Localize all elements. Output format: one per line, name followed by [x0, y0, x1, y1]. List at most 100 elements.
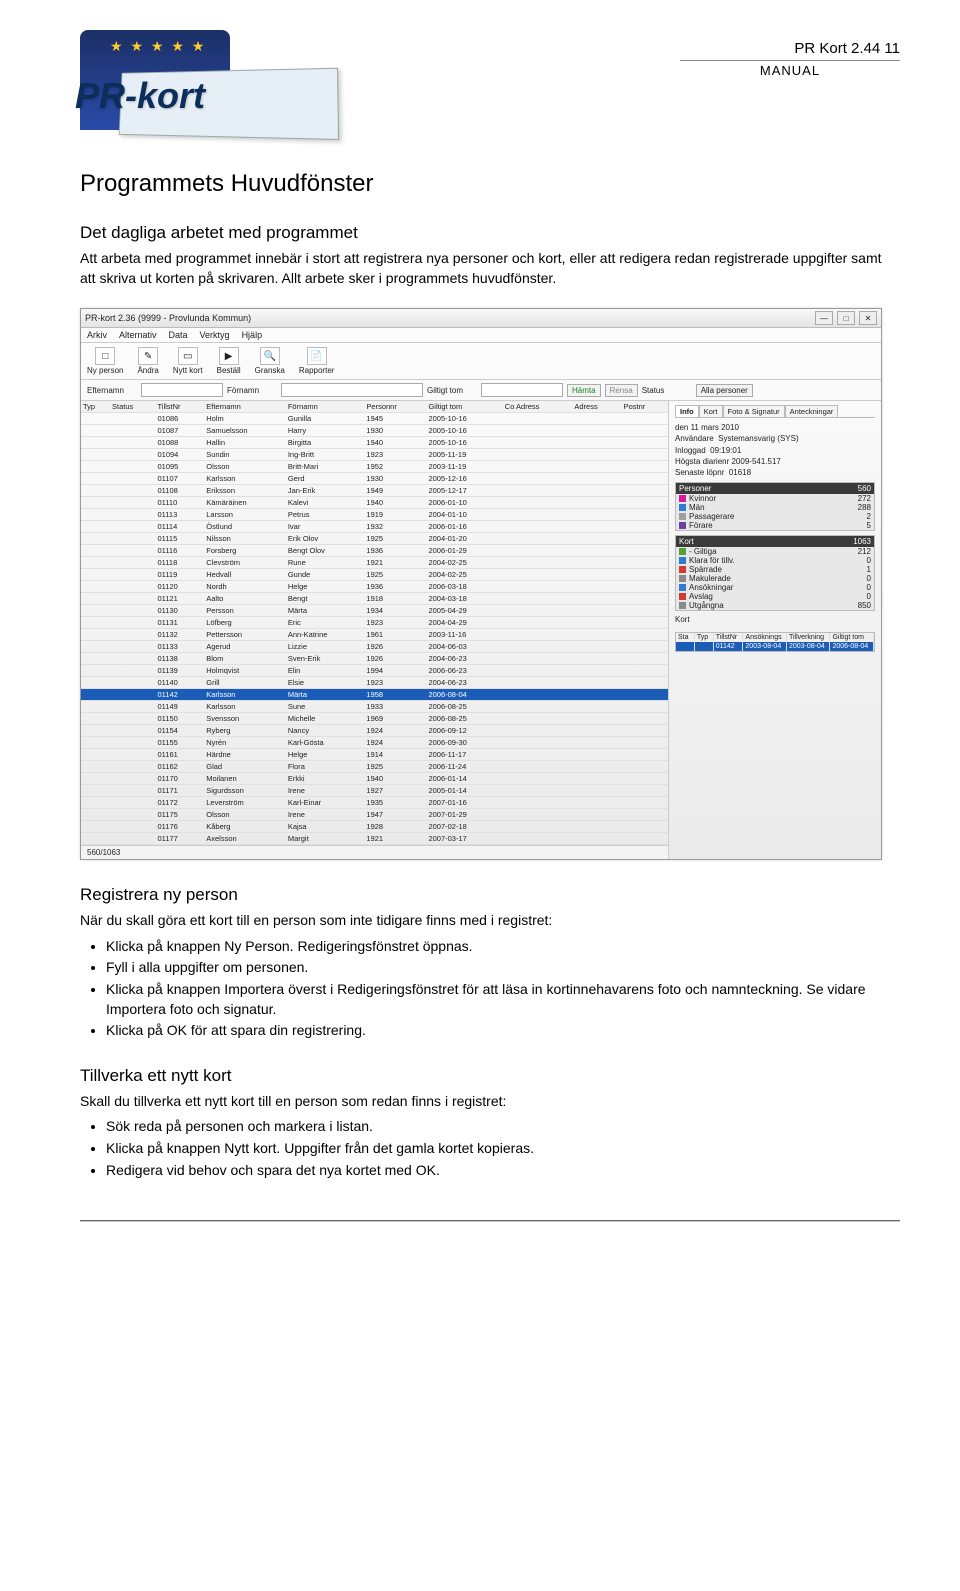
list-item: Klicka på OK för att spara din registrer… [106, 1021, 900, 1041]
persons-table[interactable]: TypStatusTillstNrEfternamnFörnamnPersonn… [81, 401, 668, 845]
table-row[interactable]: 01132PetterssonAnn-Katrine19612003-11-16 [81, 629, 668, 641]
app-logo: ★ ★ ★ ★ ★ PR-kort [80, 30, 340, 140]
menu-verktyg[interactable]: Verktyg [200, 330, 230, 340]
table-row[interactable]: 01177AxelssonMargit19212007-03-17 [81, 833, 668, 845]
table-row[interactable]: 01171SigurdssonIrene19272005-01-14 [81, 785, 668, 797]
newcard-steps-list: Sök reda på personen och markera i lista… [80, 1117, 900, 1180]
table-row[interactable]: 01108ErikssonJan-Erik19492005-12-17 [81, 485, 668, 497]
stat-row: Avslag0 [676, 592, 874, 601]
sub-heading-daily: Det dagliga arbetet med programmet [80, 223, 900, 243]
paragraph-register: När du skall göra ett kort till en perso… [80, 911, 900, 931]
column-header[interactable]: Co Adress [503, 401, 573, 413]
label-fornamn: Förnamn [227, 386, 277, 395]
kort-stats: Kort1063 - Giltiga212Klara för tillv.0Sp… [675, 535, 875, 611]
table-row[interactable]: 01161HärdneHelge19142006-11-17 [81, 749, 668, 761]
table-row[interactable]: 01118ClevströmRune19212004-02-25 [81, 557, 668, 569]
personer-stats: Personer560 Kvinnor272Män288Passagerare2… [675, 482, 875, 531]
tab-kort[interactable]: Kort [699, 405, 723, 417]
table-row[interactable]: 01130PerssonMärta19342005-04-29 [81, 605, 668, 617]
andra-button[interactable]: ✎Ändra [137, 347, 158, 375]
table-row[interactable]: 01176KåbergKajsa19282007-02-18 [81, 821, 668, 833]
stat-row: - Giltiga212 [676, 547, 874, 556]
bestall-button[interactable]: ▶Beställ [217, 347, 241, 375]
minimize-button[interactable]: — [815, 311, 833, 325]
alla-personer-select[interactable]: Alla personer [696, 384, 753, 397]
nytt-kort-button[interactable]: ▭Nytt kort [173, 347, 203, 375]
column-header[interactable]: Adress [572, 401, 621, 413]
table-row[interactable]: 01113LarssonPetrus19192004-01-10 [81, 509, 668, 521]
table-row[interactable]: 01120NordhHelge19362006-03-18 [81, 581, 668, 593]
column-header[interactable]: Postnr [622, 401, 668, 413]
column-header[interactable]: Giltigt tom [426, 401, 502, 413]
table-row[interactable]: 01170MoilanenErkki19402006-01-14 [81, 773, 668, 785]
list-item: Sök reda på personen och markera i lista… [106, 1117, 900, 1137]
table-row[interactable]: 01150SvenssonMichelle19692006-08-25 [81, 713, 668, 725]
menubar: Arkiv Alternativ Data Verktyg Hjälp [81, 328, 881, 343]
ny-person-button[interactable]: □Ny person [87, 347, 123, 375]
table-row[interactable]: 01149KarlssonSune19332006-08-25 [81, 701, 668, 713]
info-block: den 11 mars 2010 Användare Systemansvari… [675, 422, 875, 478]
column-header[interactable]: Efternamn [204, 401, 286, 413]
hamta-button[interactable]: Hämta [567, 384, 601, 397]
table-row[interactable]: 01115NilssonErik Olov19252004-01-20 [81, 533, 668, 545]
sub-heading-register: Registrera ny person [80, 885, 900, 905]
table-row[interactable]: 01110KämäräinenKalevi19402006-01-10 [81, 497, 668, 509]
table-row[interactable]: 01138BlomSven-Erik19262004-06-23 [81, 653, 668, 665]
table-row[interactable]: 01087SamuelssonHarry19302005-10-16 [81, 425, 668, 437]
column-header[interactable]: Status [110, 401, 156, 413]
table-row[interactable]: 01162GladFlora19252006-11-24 [81, 761, 668, 773]
column-header[interactable]: Personnr [364, 401, 426, 413]
table-row[interactable]: 01086HolmGunilla19452005-10-16 [81, 413, 668, 425]
menu-data[interactable]: Data [169, 330, 188, 340]
list-item: Klicka på knappen Ny Person. Redigerings… [106, 937, 900, 957]
new-icon: □ [95, 347, 115, 365]
tab-info[interactable]: Info [675, 405, 699, 417]
table-row[interactable]: 01131LöfbergEric19232004-04-29 [81, 617, 668, 629]
close-button[interactable]: ✕ [859, 311, 877, 325]
label-giltigt: Giltigt tom [427, 386, 477, 395]
rensa-button[interactable]: Rensa [605, 384, 638, 397]
table-row[interactable]: 01119HedvallGunde19252004-02-25 [81, 569, 668, 581]
table-row[interactable]: 01142KarlssonMärta19582006-08-04 [81, 689, 668, 701]
toolbar: □Ny person ✎Ändra ▭Nytt kort ▶Beställ 🔍G… [81, 343, 881, 380]
table-row[interactable]: 01139HolmqvistElin19942006-06-23 [81, 665, 668, 677]
stat-row: Passagerare2 [676, 512, 874, 521]
table-row[interactable]: 01107KarlssonGerd19302005-12-16 [81, 473, 668, 485]
table-row[interactable]: 01116ForsbergBengt Olov19362006-01-29 [81, 545, 668, 557]
table-row[interactable]: 01114ÖstlundIvar19322006-01-16 [81, 521, 668, 533]
menu-alternativ[interactable]: Alternativ [119, 330, 157, 340]
giltigt-input[interactable] [481, 383, 563, 397]
register-steps-list: Klicka på knappen Ny Person. Redigerings… [80, 937, 900, 1041]
card-icon: ▭ [178, 347, 198, 365]
list-item: Klicka på knappen Nytt kort. Uppgifter f… [106, 1139, 900, 1159]
maximize-button[interactable]: □ [837, 311, 855, 325]
label-efternamn: Efternamn [87, 386, 137, 395]
inspect-icon: 🔍 [260, 347, 280, 365]
tab-anteck[interactable]: Anteckningar [785, 405, 839, 417]
table-row[interactable]: 01133AgerudLizzie19262004-06-03 [81, 641, 668, 653]
table-row[interactable]: 01172LeverströmKarl-Einar19352007-01-16 [81, 797, 668, 809]
efternamn-input[interactable] [141, 383, 223, 397]
table-row[interactable]: 01154RybergNancy19242006-09-12 [81, 725, 668, 737]
column-header[interactable]: TillstNr [156, 401, 205, 413]
table-row[interactable]: 01155NyrénKarl-Gösta19242006-09-30 [81, 737, 668, 749]
stat-row: Ansökningar0 [676, 583, 874, 592]
table-row[interactable]: 01121AaltoBengt19182004-03-18 [81, 593, 668, 605]
column-header[interactable]: Typ [81, 401, 110, 413]
stat-row: Män288 [676, 503, 874, 512]
page-footer-rule [80, 1220, 900, 1222]
table-row[interactable]: 01088HallinBirgitta19402005-10-16 [81, 437, 668, 449]
tab-foto[interactable]: Foto & Signatur [723, 405, 785, 417]
fornamn-input[interactable] [281, 383, 423, 397]
granska-button[interactable]: 🔍Granska [255, 347, 285, 375]
table-row[interactable]: 01095OlssonBritt-Mari19522003-11-19 [81, 461, 668, 473]
table-row[interactable]: 01175OlssonIrene19472007-01-29 [81, 809, 668, 821]
menu-hjalp[interactable]: Hjälp [242, 330, 263, 340]
stat-row: Förare5 [676, 521, 874, 530]
table-row[interactable]: 01140GrillElsie19232004-06-23 [81, 677, 668, 689]
menu-arkiv[interactable]: Arkiv [87, 330, 107, 340]
rapporter-button[interactable]: 📄Rapporter [299, 347, 335, 375]
table-row[interactable]: 01094SundinIng-Britt19232005-11-19 [81, 449, 668, 461]
current-date: den 11 mars 2010 [675, 422, 875, 433]
column-header[interactable]: Förnamn [286, 401, 365, 413]
